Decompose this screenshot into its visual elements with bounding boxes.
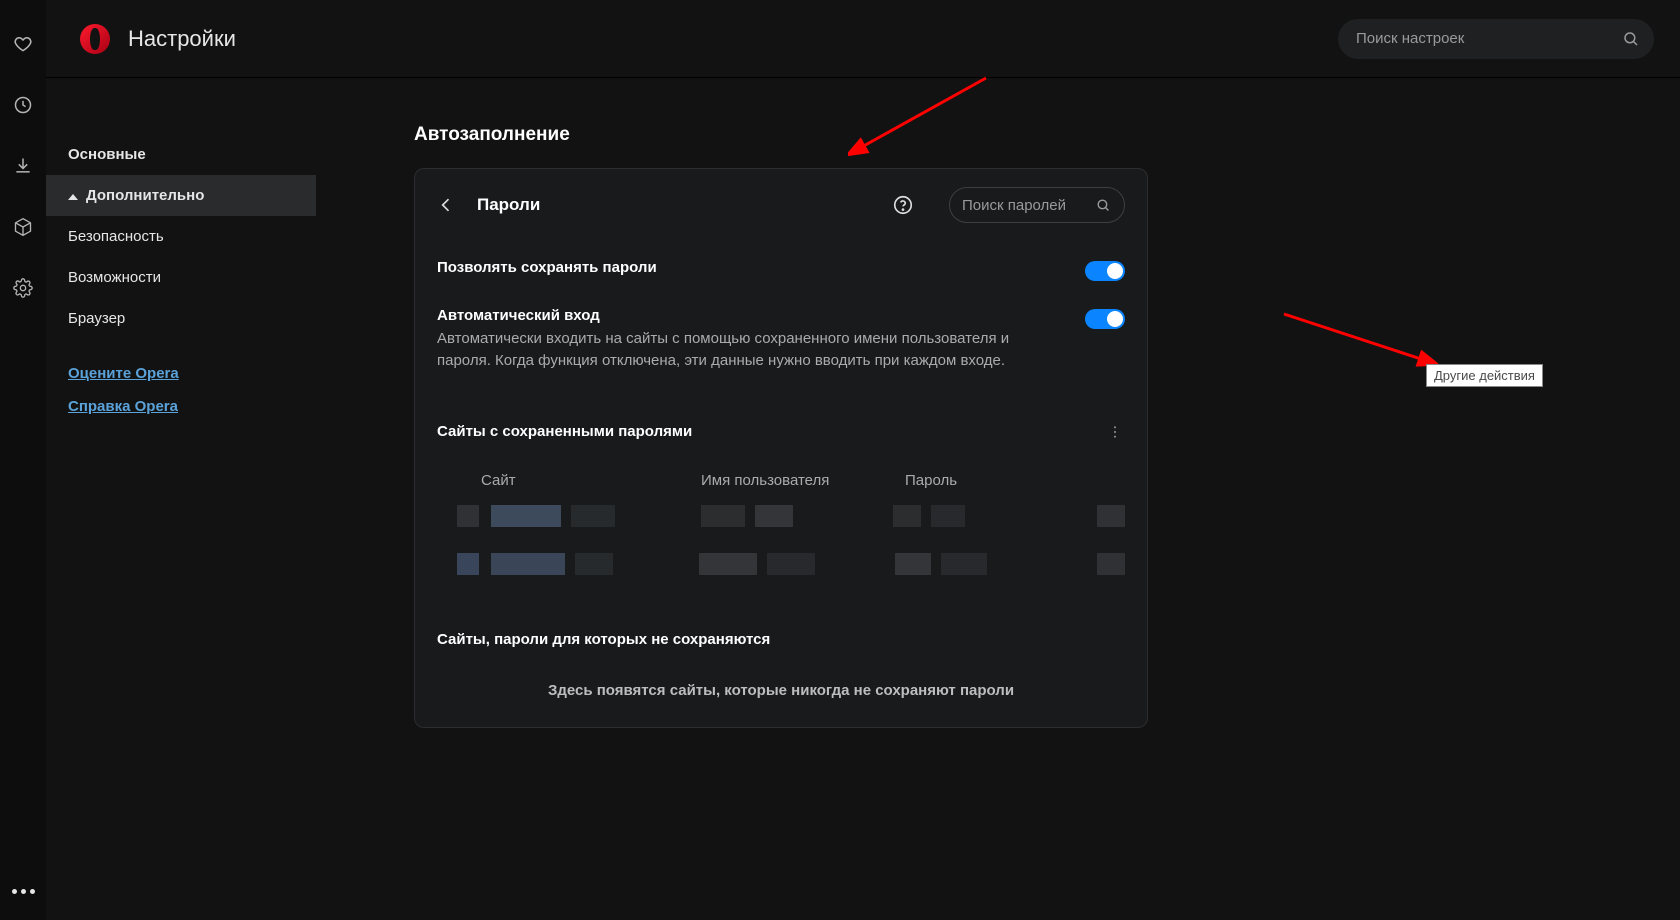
left-rail <box>0 0 46 920</box>
cube-icon[interactable] <box>13 217 33 242</box>
sidebar-item-security[interactable]: Безопасность <box>46 216 316 257</box>
sidebar-item-advanced[interactable]: Дополнительно <box>46 175 316 216</box>
back-button[interactable] <box>433 192 459 218</box>
toggle-auto-signin[interactable] <box>1085 309 1125 329</box>
opera-logo-icon <box>80 24 110 54</box>
more-icon[interactable] <box>12 889 35 920</box>
tooltip: Другие действия <box>1426 364 1543 387</box>
clock-icon[interactable] <box>13 95 33 120</box>
col-user: Имя пользователя <box>701 472 905 489</box>
saved-sites-heading: Сайты с сохраненными паролями <box>437 423 692 440</box>
passwords-search-placeholder: Поиск паролей <box>962 197 1095 214</box>
section-heading: Автозаполнение <box>414 124 1644 146</box>
table-row[interactable] <box>415 545 1147 583</box>
rate-opera-link[interactable]: Оцените Opera <box>68 365 294 382</box>
setting-save-passwords: Позволять сохранять пароли <box>415 241 1147 305</box>
toggle-save-passwords[interactable] <box>1085 261 1125 281</box>
more-actions-button[interactable] <box>1105 418 1125 446</box>
search-icon <box>1095 197 1112 214</box>
heart-icon[interactable] <box>13 34 33 59</box>
setting-label: Позволять сохранять пароли <box>437 259 1065 276</box>
card-title: Пароли <box>477 195 540 215</box>
settings-sidebar: Основные Дополнительно Безопасность Возм… <box>46 78 316 920</box>
col-password: Пароль <box>905 472 1125 489</box>
sidebar-item-browser[interactable]: Браузер <box>46 298 316 339</box>
page-title: Настройки <box>128 26 236 52</box>
setting-label: Автоматический вход <box>437 307 1065 324</box>
never-saved-heading: Сайты, пароли для которых не сохраняются <box>437 631 770 648</box>
help-opera-link[interactable]: Справка Opera <box>68 398 294 415</box>
col-site: Сайт <box>481 472 701 489</box>
search-placeholder: Поиск настроек <box>1356 30 1622 47</box>
top-bar: Настройки Поиск настроек <box>46 0 1680 78</box>
sidebar-item-basic[interactable]: Основные <box>46 134 316 175</box>
sidebar-item-features[interactable]: Возможности <box>46 257 316 298</box>
annotation-arrow-icon <box>848 72 998 162</box>
help-icon[interactable] <box>891 193 915 217</box>
never-saved-empty: Здесь появятся сайты, которые никогда не… <box>415 660 1147 727</box>
settings-search-input[interactable]: Поиск настроек <box>1338 19 1654 59</box>
table-header: Сайт Имя пользователя Пароль <box>415 458 1147 497</box>
chevron-up-icon <box>68 190 78 200</box>
setting-auto-signin: Автоматический вход Автоматически входит… <box>415 305 1147 396</box>
table-row[interactable] <box>415 497 1147 535</box>
search-icon <box>1622 30 1640 48</box>
passwords-card: Пароли Поиск паролей Позволять сохранять <box>414 168 1148 728</box>
gear-icon[interactable] <box>13 278 33 303</box>
annotation-arrow-icon <box>1278 308 1438 374</box>
setting-description: Автоматически входить на сайты с помощью… <box>437 328 1065 372</box>
passwords-search-input[interactable]: Поиск паролей <box>949 187 1125 223</box>
download-icon[interactable] <box>13 156 33 181</box>
